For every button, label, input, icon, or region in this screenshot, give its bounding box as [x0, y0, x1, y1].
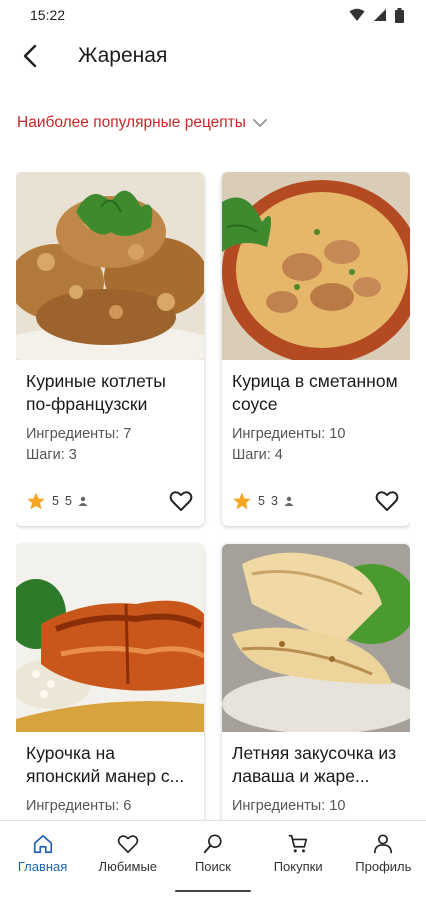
- home-icon: [31, 832, 55, 856]
- nav-item-profile[interactable]: Профиль: [341, 821, 426, 900]
- heart-outline-icon: [375, 491, 399, 511]
- recipe-image: [16, 172, 204, 360]
- recipe-title: Летняя закусочка из лаваша и жаре...: [232, 743, 397, 786]
- page-title: Жареная: [78, 44, 168, 67]
- bottom-navigation: Главная Любимые Поиск Покупки Профиль: [0, 820, 426, 900]
- nav-item-home[interactable]: Главная: [0, 821, 85, 900]
- heart-icon: [116, 832, 140, 856]
- ingredients-count: Ингредиенты: 7: [26, 426, 132, 442]
- nav-label-profile: Профиль: [355, 859, 412, 874]
- app-bar: Жареная: [0, 30, 426, 82]
- person-small-icon: [78, 496, 88, 506]
- reviews-count: 3: [270, 494, 278, 508]
- search-icon: [201, 832, 225, 856]
- wifi-icon: [349, 8, 365, 21]
- favorite-button[interactable]: [374, 488, 400, 514]
- status-time: 15:22: [30, 7, 66, 23]
- chevron-down-icon: [252, 119, 267, 127]
- steps-count: Шаги: 4: [232, 447, 283, 463]
- nav-label-shopping: Покупки: [273, 859, 323, 874]
- nav-item-search[interactable]: Поиск: [170, 821, 255, 900]
- sort-filter-dropdown[interactable]: Наиболее популярные рецепты: [17, 114, 268, 132]
- rating-value: 5: [258, 494, 265, 508]
- back-button[interactable]: [0, 30, 60, 82]
- nav-item-favorites[interactable]: Любимые: [85, 821, 170, 900]
- recipe-image: [16, 544, 204, 732]
- recipe-grid: Куриные котлеты по-французски Ингредиент…: [16, 172, 410, 820]
- person-icon: [371, 832, 395, 856]
- rating: 5 3: [232, 491, 294, 511]
- heart-outline-icon: [169, 491, 193, 511]
- recipe-card[interactable]: Курочка на японский манер с... Ингредиен…: [16, 544, 204, 820]
- status-bar: 15:22: [0, 0, 426, 30]
- sort-filter-label: Наиболее популярные рецепты: [17, 114, 246, 131]
- nav-label-home: Главная: [17, 859, 68, 874]
- star-icon: [27, 492, 45, 510]
- recipe-card[interactable]: Куриные котлеты по-французски Ингредиент…: [16, 172, 204, 526]
- recipe-title: Курица в сметанном соусе: [232, 371, 398, 414]
- recipe-image: [222, 544, 410, 732]
- cart-icon: [286, 832, 310, 856]
- rating: 5 5: [26, 491, 88, 511]
- recipe-title: Куриные котлеты по-французски: [26, 371, 166, 414]
- rating-value: 5: [52, 494, 59, 508]
- reviews-count: 5: [64, 494, 72, 508]
- ingredients-count: Ингредиенты: 6: [26, 798, 132, 814]
- ingredients-count: Ингредиенты: 10: [232, 426, 346, 442]
- nav-label-search: Поиск: [194, 859, 231, 874]
- nav-label-favorites: Любимые: [98, 859, 158, 874]
- signal-icon: [374, 9, 386, 21]
- person-small-icon: [284, 496, 294, 506]
- recipe-card[interactable]: Летняя закусочка из лаваша и жаре... Инг…: [222, 544, 410, 820]
- star-icon: [233, 492, 251, 510]
- home-indicator: [175, 890, 251, 892]
- recipe-title: Курочка на японский манер с...: [26, 743, 185, 786]
- battery-icon: [395, 7, 404, 23]
- nav-item-shopping[interactable]: Покупки: [256, 821, 341, 900]
- recipe-card[interactable]: Курица в сметанном соусе Ингредиенты: 10…: [222, 172, 410, 526]
- arrow-back-icon: [23, 44, 37, 68]
- favorite-button[interactable]: [168, 488, 194, 514]
- recipe-image: [222, 172, 410, 360]
- ingredients-count: Ингредиенты: 10: [232, 798, 346, 814]
- steps-count: Шаги: 3: [26, 447, 77, 463]
